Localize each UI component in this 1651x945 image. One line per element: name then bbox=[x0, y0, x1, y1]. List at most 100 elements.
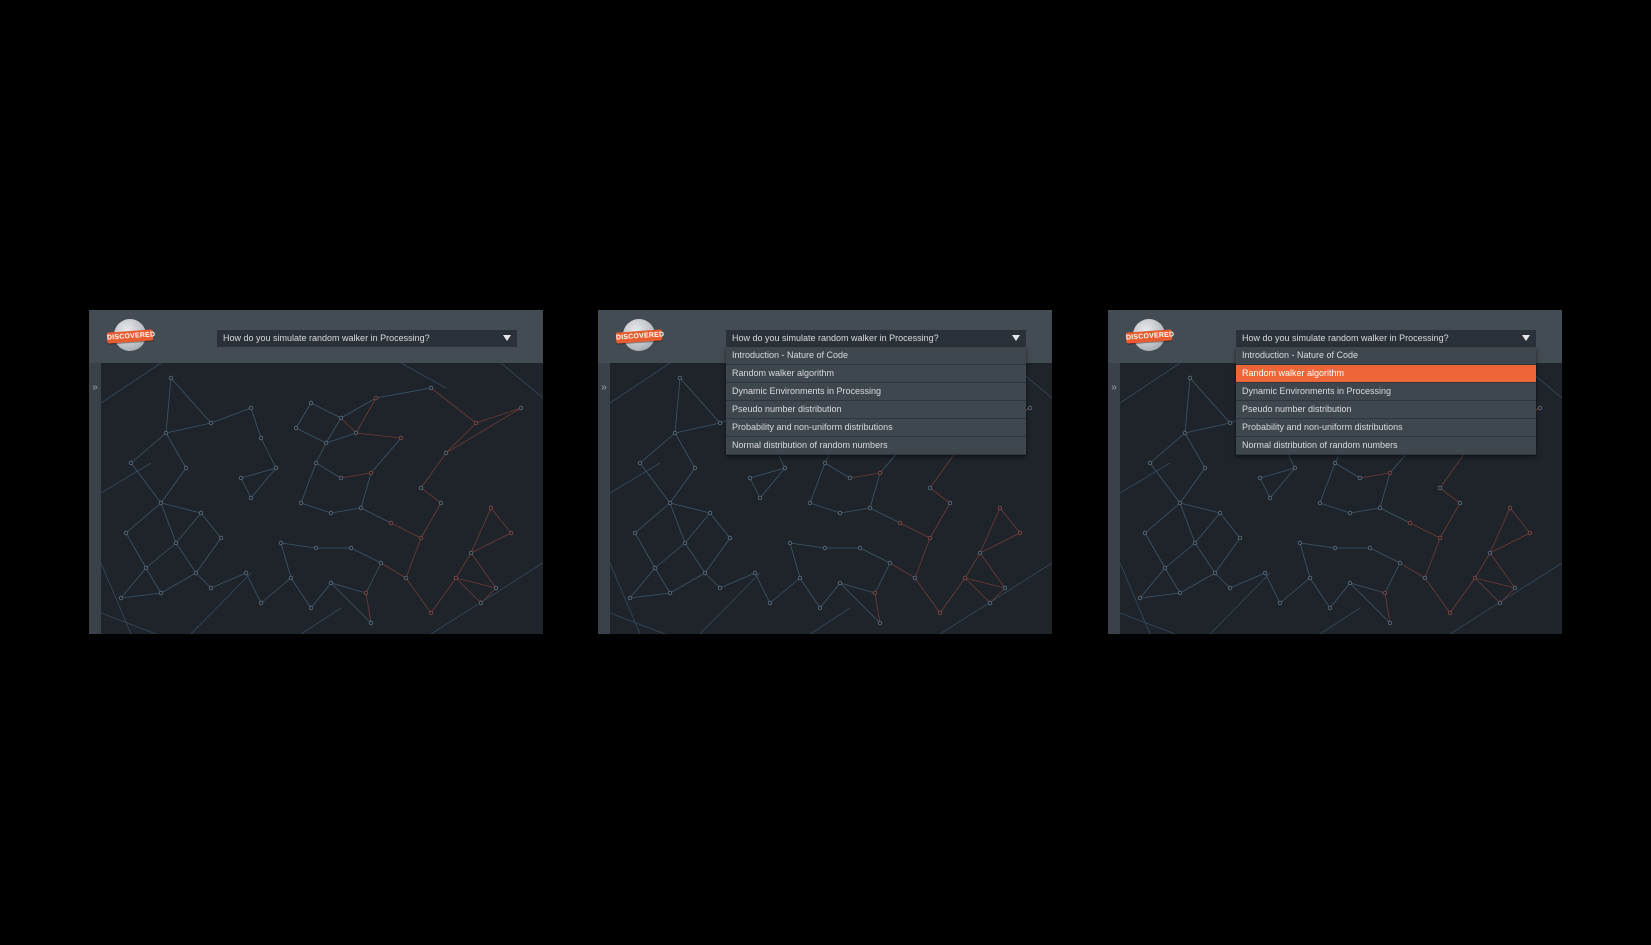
graph-node[interactable] bbox=[278, 540, 284, 546]
graph-node[interactable] bbox=[348, 545, 354, 551]
graph-node[interactable] bbox=[1347, 580, 1353, 586]
graph-node[interactable] bbox=[418, 485, 424, 491]
graph-node[interactable] bbox=[1182, 430, 1188, 436]
graph-node[interactable] bbox=[273, 465, 279, 471]
graph-node[interactable] bbox=[1177, 500, 1183, 506]
graph-node[interactable] bbox=[997, 505, 1003, 511]
graph-node[interactable] bbox=[857, 545, 863, 551]
discovered-logo[interactable]: DISCOVERED bbox=[1125, 319, 1174, 357]
question-select[interactable]: How do you simulate random walker in Pro… bbox=[726, 330, 1026, 347]
dropdown-option[interactable]: Pseudo number distribution bbox=[726, 401, 1026, 419]
graph-node[interactable] bbox=[752, 570, 758, 576]
graph-node[interactable] bbox=[218, 535, 224, 541]
graph-node[interactable] bbox=[358, 505, 364, 511]
double-chevron-right-icon[interactable]: » bbox=[599, 383, 609, 393]
graph-node[interactable] bbox=[1327, 605, 1333, 611]
graph-node[interactable] bbox=[1422, 575, 1428, 581]
graph-node[interactable] bbox=[717, 420, 723, 426]
graph-node[interactable] bbox=[173, 540, 179, 546]
graph-node[interactable] bbox=[1387, 470, 1393, 476]
graph-node[interactable] bbox=[258, 435, 264, 441]
graph-node[interactable] bbox=[707, 510, 713, 516]
graph-node[interactable] bbox=[1437, 535, 1443, 541]
graph-node[interactable] bbox=[308, 400, 314, 406]
graph-node[interactable] bbox=[518, 405, 524, 411]
graph-node[interactable] bbox=[717, 585, 723, 591]
graph-node[interactable] bbox=[143, 565, 149, 571]
graph-node[interactable] bbox=[1407, 520, 1413, 526]
graph-node[interactable] bbox=[1447, 610, 1453, 616]
graph-node[interactable] bbox=[767, 600, 773, 606]
graph-node[interactable] bbox=[837, 580, 843, 586]
dropdown-option[interactable]: Dynamic Environments in Processing bbox=[1236, 383, 1536, 401]
graph-node[interactable] bbox=[248, 405, 254, 411]
graph-node[interactable] bbox=[1332, 460, 1338, 466]
graph-node[interactable] bbox=[418, 535, 424, 541]
graph-node[interactable] bbox=[1377, 505, 1383, 511]
graph-node[interactable] bbox=[1227, 585, 1233, 591]
question-select[interactable]: How do you simulate random walker in Pro… bbox=[217, 330, 517, 347]
graph-node[interactable] bbox=[388, 520, 394, 526]
graph-node[interactable] bbox=[1137, 595, 1143, 601]
graph-node[interactable] bbox=[323, 440, 329, 446]
graph-node[interactable] bbox=[1382, 590, 1388, 596]
graph-node[interactable] bbox=[1307, 575, 1313, 581]
graph-node[interactable] bbox=[1317, 500, 1323, 506]
graph-node[interactable] bbox=[987, 600, 993, 606]
graph-node[interactable] bbox=[258, 600, 264, 606]
graph-node[interactable] bbox=[373, 395, 379, 401]
graph-node[interactable] bbox=[398, 435, 404, 441]
graph-node[interactable] bbox=[328, 510, 334, 516]
graph-node[interactable] bbox=[847, 475, 853, 481]
dropdown-option[interactable]: Random walker algorithm bbox=[726, 365, 1026, 383]
graph-node[interactable] bbox=[1027, 405, 1033, 411]
graph-node[interactable] bbox=[1017, 530, 1023, 536]
graph-node[interactable] bbox=[807, 500, 813, 506]
graph-node[interactable] bbox=[667, 500, 673, 506]
graph-node[interactable] bbox=[912, 575, 918, 581]
graph-node[interactable] bbox=[1497, 600, 1503, 606]
graph-node[interactable] bbox=[1262, 570, 1268, 576]
graph-node[interactable] bbox=[797, 575, 803, 581]
graph-node[interactable] bbox=[1212, 570, 1218, 576]
graph-node[interactable] bbox=[1397, 560, 1403, 566]
graph-node[interactable] bbox=[1192, 540, 1198, 546]
graph-node[interactable] bbox=[308, 605, 314, 611]
graph-node[interactable] bbox=[1512, 585, 1518, 591]
graph-node[interactable] bbox=[1437, 485, 1443, 491]
graph-node[interactable] bbox=[378, 560, 384, 566]
graph-node[interactable] bbox=[298, 500, 304, 506]
graph-node[interactable] bbox=[1387, 620, 1393, 626]
graph-node[interactable] bbox=[1217, 510, 1223, 516]
graph-node[interactable] bbox=[1347, 510, 1353, 516]
graph-node[interactable] bbox=[168, 375, 174, 381]
graph-node[interactable] bbox=[817, 605, 823, 611]
graph-node[interactable] bbox=[288, 575, 294, 581]
graph-node[interactable] bbox=[1237, 535, 1243, 541]
graph-node[interactable] bbox=[1177, 590, 1183, 596]
graph-node[interactable] bbox=[338, 475, 344, 481]
graph-node[interactable] bbox=[198, 510, 204, 516]
graph-node[interactable] bbox=[428, 385, 434, 391]
graph-node[interactable] bbox=[837, 510, 843, 516]
graph-node[interactable] bbox=[1002, 585, 1008, 591]
double-chevron-right-icon[interactable]: » bbox=[90, 383, 100, 393]
graph-node[interactable] bbox=[652, 565, 658, 571]
graph-node[interactable] bbox=[822, 545, 828, 551]
graph-node[interactable] bbox=[493, 585, 499, 591]
dropdown-option[interactable]: Pseudo number distribution bbox=[1236, 401, 1536, 419]
graph-node[interactable] bbox=[1527, 530, 1533, 536]
graph-node[interactable] bbox=[488, 505, 494, 511]
graph-node[interactable] bbox=[443, 450, 449, 456]
graph-node[interactable] bbox=[877, 470, 883, 476]
graph-node[interactable] bbox=[962, 575, 968, 581]
graph-node[interactable] bbox=[627, 595, 633, 601]
graph-node[interactable] bbox=[338, 415, 344, 421]
graph-node[interactable] bbox=[632, 530, 638, 536]
graph-node[interactable] bbox=[328, 580, 334, 586]
graph-node[interactable] bbox=[1227, 420, 1233, 426]
graph-node[interactable] bbox=[822, 460, 828, 466]
graph-node[interactable] bbox=[872, 590, 878, 596]
graph-node[interactable] bbox=[727, 535, 733, 541]
graph-node[interactable] bbox=[682, 540, 688, 546]
